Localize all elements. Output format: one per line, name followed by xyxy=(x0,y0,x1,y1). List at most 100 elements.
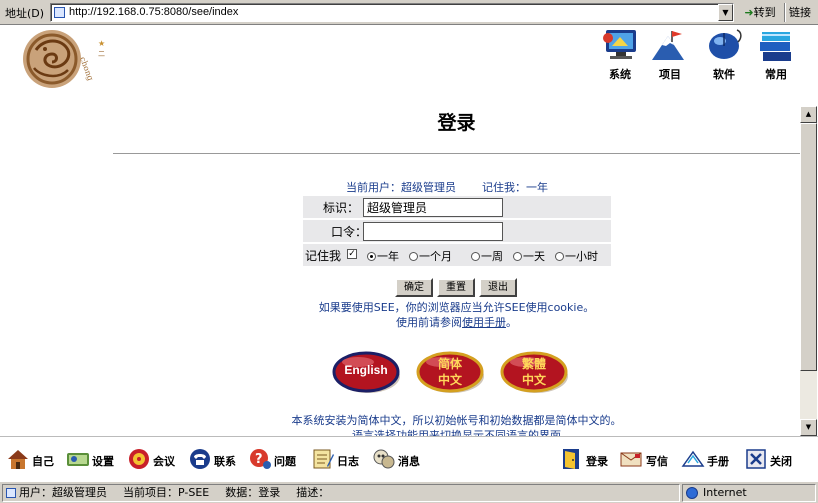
svg-text:★: ★ xyxy=(98,39,105,48)
nav-software[interactable]: 软件 xyxy=(702,28,746,82)
go-label: 转到 xyxy=(753,6,776,19)
nav-system[interactable]: 系统 xyxy=(598,28,642,82)
cookie-note: 如果要使用SEE，你的浏览器应当允许SEE使用cookie。 xyxy=(318,301,595,314)
scroll-up-button[interactable]: ▲ xyxy=(800,106,817,123)
svg-text:?: ? xyxy=(255,452,263,467)
remember-status: 记住我：一年 xyxy=(482,181,548,194)
top-frame: chong ★ 二 系统 项目 软件 常用 xyxy=(0,26,818,102)
install-note-2: 语言选择功能用来切换显示不同语言的界面 xyxy=(352,429,561,436)
meeting-icon xyxy=(129,449,149,469)
status-desc: 描述： xyxy=(296,486,330,499)
reset-button[interactable]: 重置 xyxy=(437,278,475,297)
remember-option-day[interactable]: 一天 xyxy=(513,248,545,264)
manual-link[interactable]: 使用手册 xyxy=(462,316,506,329)
login-page: 登录 当前用户：超级管理员 记住我：一年 标识： 口令： 记住我 ✓ 一年 一个月… xyxy=(0,102,800,436)
english-button[interactable]: English xyxy=(332,348,402,396)
traditional-label-line1: 繁體 xyxy=(521,357,546,371)
toolbar-write-letter-label: 写信 xyxy=(646,455,668,468)
toolbar-settings-label: 设置 xyxy=(92,455,114,468)
login-form: 标识： 口令： 记住我 ✓ 一年 一个月 一周 一天 一小时 xyxy=(303,196,611,266)
radio-icon xyxy=(555,252,564,261)
password-label: 口令： xyxy=(331,225,368,239)
go-button[interactable]: ➜转到 xyxy=(738,3,782,22)
question-icon: ? xyxy=(250,449,271,469)
ok-button[interactable]: 确定 xyxy=(395,278,433,297)
toolbar-self-label: 自己 xyxy=(32,455,54,468)
mountain-flag-icon xyxy=(652,31,684,60)
nav-project[interactable]: 项目 xyxy=(648,28,692,82)
status-bar: 用户：超级管理员 当前项目：P-SEE 数据：登录 描述： Internet xyxy=(0,481,818,503)
id-input[interactable] xyxy=(363,198,503,217)
message-icon xyxy=(373,449,395,469)
status-user: 用户：超级管理员 xyxy=(19,486,107,499)
status-main: 用户：超级管理员 当前项目：P-SEE 数据：登录 描述： xyxy=(2,484,680,502)
title-divider xyxy=(113,153,800,154)
remember-option-hour[interactable]: 一小时 xyxy=(555,248,598,264)
remember-option-week[interactable]: 一周 xyxy=(471,248,503,264)
scroll-down-button[interactable]: ▼ xyxy=(800,419,817,436)
vertical-scrollbar[interactable]: ▲ ▼ xyxy=(800,106,817,436)
simplified-label-line1: 简体 xyxy=(437,357,462,371)
monitor-icon xyxy=(603,30,636,59)
mouse-icon xyxy=(709,29,742,59)
login-status: 当前用户：超级管理员 记住我：一年 xyxy=(346,179,574,195)
chevron-down-icon[interactable]: ▼ xyxy=(718,4,733,21)
simplified-chinese-button[interactable]: 简体 中文 xyxy=(416,348,486,396)
password-input[interactable] xyxy=(363,222,503,241)
security-zone: Internet xyxy=(682,484,816,502)
toolbar-message-label: 消息 xyxy=(398,455,420,468)
toolbar-separator xyxy=(784,3,786,22)
links-button[interactable]: 链接 xyxy=(789,3,817,22)
toolbar-manual-label: 手册 xyxy=(707,455,729,468)
manual-note: 使用前请参阅使用手册。 xyxy=(396,316,517,329)
svg-text:chong: chong xyxy=(78,56,95,82)
nav-common-label: 常用 xyxy=(765,68,787,81)
remember-option-month[interactable]: 一个月 xyxy=(409,248,452,264)
close-icon xyxy=(746,449,766,469)
current-user-status: 当前用户：超级管理员 xyxy=(346,181,456,194)
exit-button[interactable]: 退出 xyxy=(479,278,517,297)
radio-icon xyxy=(471,252,480,261)
page-icon xyxy=(54,7,65,18)
remember-checkbox[interactable]: ✓ xyxy=(347,249,357,259)
toolbar-meeting-label: 会议 xyxy=(153,455,175,468)
status-project: 当前项目：P-SEE xyxy=(123,486,210,499)
svg-text:二: 二 xyxy=(98,50,105,58)
traditional-chinese-button[interactable]: 繁體 中文 xyxy=(500,348,570,396)
phone-icon xyxy=(190,449,210,469)
remember-option-year[interactable]: 一年 xyxy=(367,248,399,264)
log-icon xyxy=(313,449,334,469)
login-door-icon xyxy=(563,449,579,469)
toolbar-login-label: 登录 xyxy=(586,455,608,468)
globe-icon xyxy=(686,487,698,499)
id-row: 标识： xyxy=(303,196,611,218)
address-url[interactable]: http://192.168.0.75:8080/see/index xyxy=(69,6,238,18)
status-data: 数据：登录 xyxy=(225,486,281,499)
nav-system-label: 系统 xyxy=(609,68,631,81)
go-arrow-icon: ➜ xyxy=(744,6,754,19)
remember-row: 记住我 ✓ 一年 一个月 一周 一天 一小时 xyxy=(303,244,611,266)
nav-software-label: 软件 xyxy=(713,68,735,81)
address-input[interactable]: http://192.168.0.75:8080/see/index ▼ xyxy=(50,3,734,22)
scroll-thumb[interactable] xyxy=(800,123,817,371)
house-icon xyxy=(8,450,28,469)
nav-common[interactable]: 常用 xyxy=(754,28,798,82)
radio-icon xyxy=(513,252,522,261)
remember-label: 记住我 xyxy=(305,249,342,263)
bottom-toolbar: 自己 设置 会议 联系 ? 问题 日志 消息 登录 写信 手册 关闭 xyxy=(0,436,818,480)
english-label: English xyxy=(344,363,388,377)
letter-icon xyxy=(620,452,642,467)
dragon-seal-logo: chong ★ 二 xyxy=(23,30,105,88)
toolbar-log-label: 日志 xyxy=(337,455,359,468)
password-row: 口令： xyxy=(303,220,611,242)
toolbar-close-label: 关闭 xyxy=(770,455,792,468)
settings-icon xyxy=(67,453,89,466)
address-label: 地址(D) xyxy=(5,7,45,20)
page-icon xyxy=(6,488,16,498)
book-stack-icon xyxy=(760,32,791,61)
id-label: 标识： xyxy=(323,201,360,215)
install-note: 本系统安装为简体中文，所以初始帐号和初始数据都是简体中文的。 xyxy=(291,414,622,427)
simplified-label-line2: 中文 xyxy=(437,373,462,387)
zone-label: Internet xyxy=(703,486,747,499)
radio-icon xyxy=(409,252,418,261)
